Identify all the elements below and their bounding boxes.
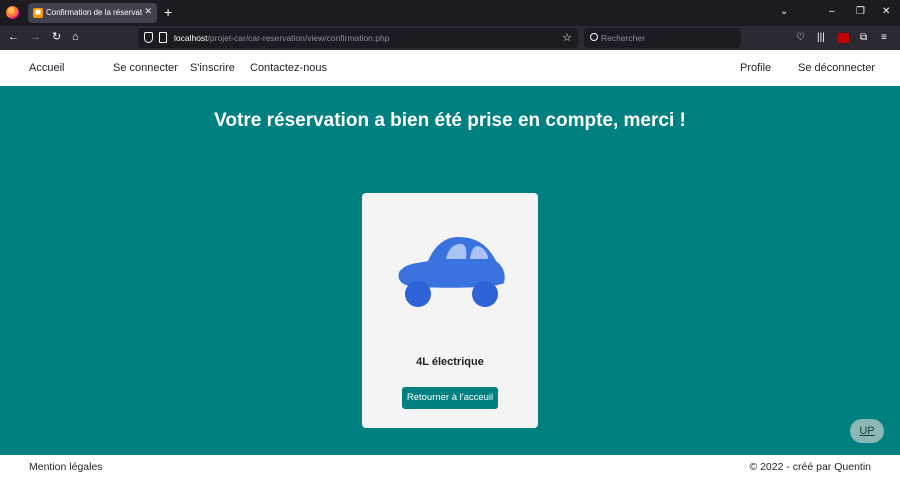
bookmark-star-icon[interactable]: ☆ [562,31,572,44]
pocket-icon[interactable]: ♡ [796,31,805,44]
restore-icon[interactable]: ❐ [856,6,865,18]
url-bar[interactable]: localhost/projet-car/car-reservation/vie… [138,28,578,48]
tab-title: Confirmation de la réservation [46,8,142,17]
nav-home-link[interactable]: Accueil [29,62,64,74]
page-title: Votre réservation a bien été prise en co… [214,110,686,131]
copyright-text: © 2022 - créé par Quentin [749,461,871,473]
tab-close-icon[interactable]: ✕ [144,6,152,17]
forward-arrow-icon[interactable]: → [30,31,41,44]
reservation-card: 4L électrique Retourner à l'acceuil [362,193,538,428]
minimize-icon[interactable]: – [829,6,835,18]
nav-logout-link[interactable]: Se déconnecter [798,62,875,74]
library-icon[interactable]: ||| [817,31,825,44]
tab-list-chevron-icon[interactable]: ⌄ [780,6,788,18]
url-text[interactable]: localhost/projet-car/car-reservation/vie… [174,33,389,43]
menu-icon[interactable]: ≡ [881,31,887,44]
search-placeholder: Rechercher [601,33,645,43]
page-info-icon[interactable] [159,32,167,43]
close-window-icon[interactable]: ✕ [882,6,890,18]
nav-profile-link[interactable]: Profile [740,62,771,74]
home-icon[interactable]: ⌂ [72,31,79,44]
search-bar[interactable]: Rechercher [584,28,741,48]
ublock-extension-icon[interactable] [838,33,849,43]
car-icon [398,237,505,307]
back-home-button[interactable]: Retourner à l'acceuil [402,387,498,409]
scroll-up-button[interactable]: UP [850,419,884,443]
reload-icon[interactable]: ↻ [52,31,61,44]
extensions-icon[interactable]: ⧉ [860,31,867,44]
back-arrow-icon[interactable]: ← [8,31,19,44]
browser-tab[interactable]: ◼ Confirmation de la réservation ✕ [28,3,157,23]
main-section: Votre réservation a bien été prise en co… [0,86,900,455]
site-header: Accueil Se connecter S'inscrire Contacte… [0,50,900,86]
nav-signup-link[interactable]: S'inscrire [190,62,235,74]
browser-nav-bar: ← → ↻ ⌂ localhost/projet-car/car-reserva… [0,26,900,50]
car-name: 4L électrique [416,356,484,368]
firefox-logo-icon [6,6,19,19]
nav-contact-link[interactable]: Contactez-nous [250,62,327,74]
nav-login-link[interactable]: Se connecter [113,62,178,74]
browser-tab-bar: ◼ Confirmation de la réservation ✕ + ⌄ –… [0,0,900,26]
site-footer: Mention légales © 2022 - créé par Quenti… [0,455,900,482]
legal-link[interactable]: Mention légales [29,461,103,473]
tab-favicon-icon: ◼ [33,8,43,18]
tracking-shield-icon[interactable] [144,32,153,43]
search-icon [590,33,598,41]
new-tab-button[interactable]: + [164,4,172,20]
